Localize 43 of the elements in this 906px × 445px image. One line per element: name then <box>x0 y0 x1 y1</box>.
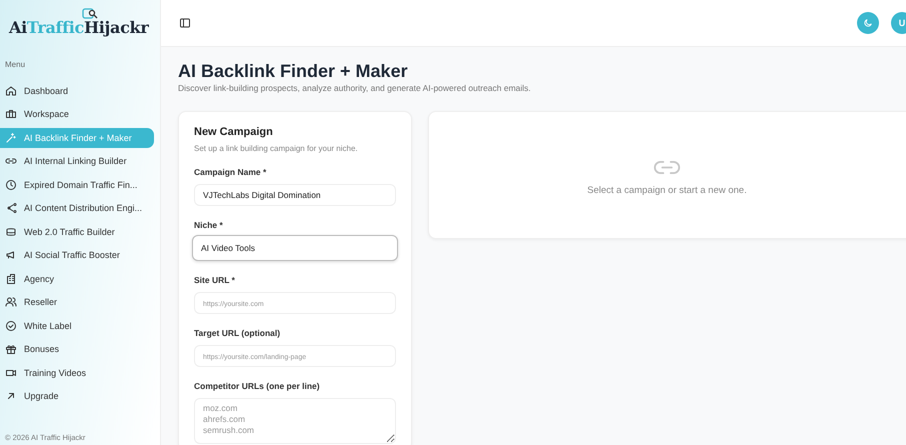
sidebar-item[interactable]: AI Social Traffic Booster <box>0 246 145 265</box>
field-label: Target URL (optional) <box>194 328 282 338</box>
menu-icon <box>5 320 17 332</box>
search-icon <box>82 8 98 20</box>
page-title: AI Backlink Finder + Maker <box>178 61 409 82</box>
empty-message: Select a campaign or start a new one. <box>587 185 747 196</box>
page-subtitle: Discover link-building prospects, analyze authority, and generate AI-powered outreach emails. <box>178 83 532 93</box>
menu-icon <box>5 84 17 97</box>
menu-icon <box>5 343 17 356</box>
sidebar-item[interactable]: AI Internal Linking Builder <box>0 152 145 171</box>
textarea-field[interactable]: moz.com ahrefs.com semrush.com <box>194 398 396 444</box>
sidebar-item[interactable]: Expired Domain Traffic Fin... <box>0 175 145 194</box>
sidebar-item[interactable]: Agency <box>0 269 145 288</box>
menu-icon <box>5 296 17 308</box>
field-label: Campaign Name * <box>194 167 268 177</box>
input-field[interactable]: AI Video Tools <box>192 235 398 261</box>
menu-icon <box>5 108 17 120</box>
sidebar-toggle-icon[interactable] <box>179 17 191 29</box>
sidebar-item[interactable]: AI Content Distribution Engi... <box>0 198 145 218</box>
moon-icon <box>863 18 873 28</box>
menu-icon <box>5 202 17 214</box>
menu-icon <box>5 178 17 191</box>
sidebar-item[interactable]: Upgrade <box>0 386 145 406</box>
menu-icon <box>5 272 17 285</box>
link-icon <box>653 160 681 175</box>
theme-toggle-button[interactable] <box>857 12 879 34</box>
field-label: Niche * <box>194 220 224 230</box>
field-label: Site URL * <box>194 275 236 285</box>
sidebar-item[interactable]: Workspace <box>0 104 145 124</box>
card-subtitle: Set up a link building campaign for your niche. <box>194 144 359 153</box>
menu-heading: Menu <box>5 60 26 69</box>
sidebar-item[interactable]: Web 2.0 Traffic Builder <box>0 222 145 242</box>
input-field[interactable]: VJTechLabs Digital Domination <box>194 184 396 206</box>
sidebar-item[interactable]: Bonuses <box>0 340 145 359</box>
sidebar-item[interactable]: Reseller <box>0 292 145 312</box>
menu-icon <box>5 132 17 144</box>
card-title: New Campaign <box>194 126 274 138</box>
sidebar-item[interactable]: White Label <box>0 316 145 336</box>
menu-icon <box>5 226 17 238</box>
field-label: Competitor URLs (one per line) <box>194 381 321 391</box>
menu-icon <box>5 249 17 262</box>
sidebar-item[interactable]: Training Videos <box>0 363 145 382</box>
sidebar-item[interactable]: Dashboard <box>0 81 145 100</box>
